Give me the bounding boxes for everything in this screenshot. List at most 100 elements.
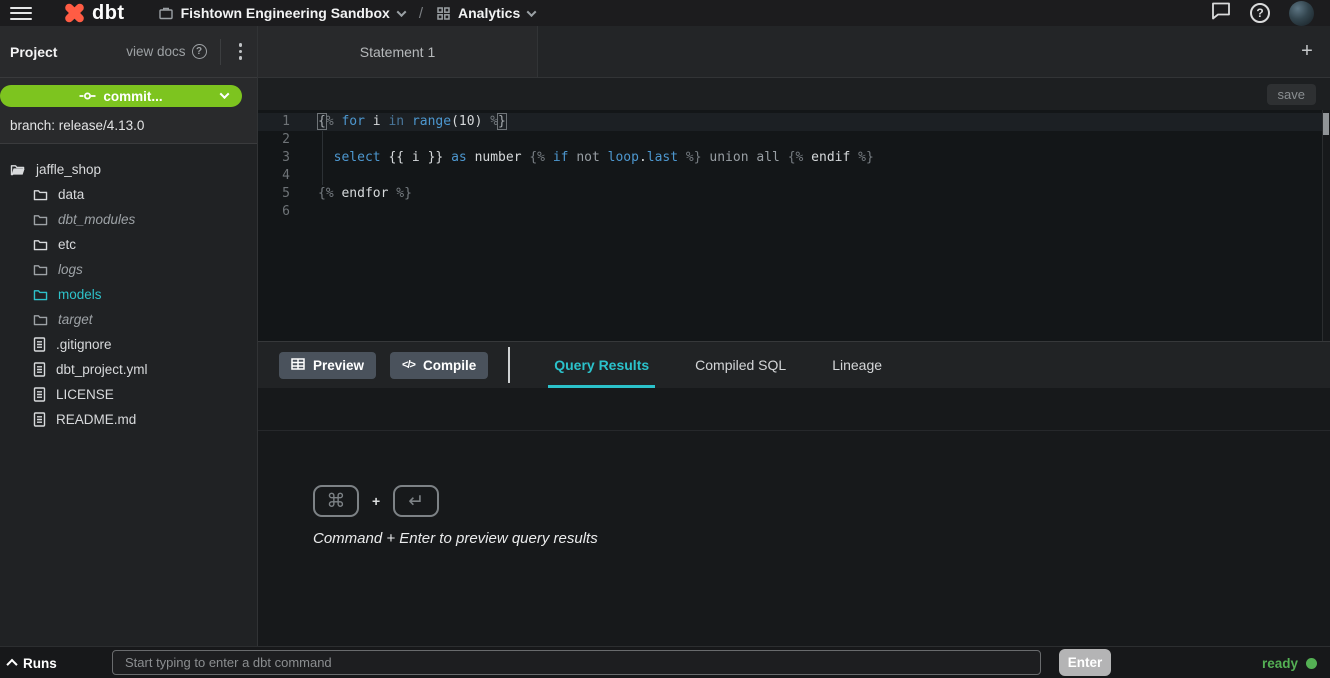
- tree-item-label: README.md: [56, 412, 136, 427]
- commit-button[interactable]: commit...: [0, 85, 242, 107]
- folder-icon: [33, 213, 48, 226]
- line-content: [302, 131, 318, 149]
- line-number: 3: [258, 149, 302, 167]
- new-tab-button[interactable]: +: [1290, 26, 1324, 77]
- project-selector[interactable]: Fishtown Engineering Sandbox: [159, 5, 405, 21]
- code-line-2[interactable]: 2: [258, 131, 1330, 149]
- panel-tab-compiled-sql[interactable]: Compiled SQL: [689, 342, 792, 388]
- tree-item-logs[interactable]: logs: [0, 257, 257, 282]
- kebab-menu-icon[interactable]: [234, 40, 248, 63]
- view-docs-button[interactable]: view docs ?: [126, 44, 206, 59]
- query-results-panel: ⌘ + ↵ Command + Enter to preview query r…: [258, 388, 1330, 646]
- code-line-6[interactable]: 6: [258, 203, 1330, 221]
- chat-icon[interactable]: [1211, 1, 1231, 25]
- sidebar-top-section: Project view docs ? commit... branch: re…: [0, 26, 257, 144]
- tree-item-label: .gitignore: [56, 337, 112, 352]
- file-icon: [33, 337, 46, 352]
- tree-item-gitignore[interactable]: .gitignore: [0, 332, 257, 357]
- tree-item-label: dbt_modules: [58, 212, 135, 227]
- tree-item-label: data: [58, 187, 84, 202]
- folder-icon: [33, 313, 48, 326]
- tree-item-license[interactable]: LICENSE: [0, 382, 257, 407]
- tree-item-readme-md[interactable]: README.md: [0, 407, 257, 432]
- scrollbar-thumb[interactable]: [1323, 113, 1329, 135]
- dbt-command-input[interactable]: [112, 650, 1041, 675]
- tree-item-models[interactable]: models: [0, 282, 257, 307]
- folder-icon: [33, 188, 48, 201]
- git-commit-icon: [79, 91, 96, 101]
- code-line-5[interactable]: 5{% endfor %}: [258, 185, 1330, 203]
- commit-button-label: commit...: [103, 89, 162, 104]
- code-editor[interactable]: 1{% for i in range(10) %}23 select {{ i …: [258, 110, 1330, 341]
- tree-item-label: dbt_project.yml: [56, 362, 148, 377]
- hamburger-icon[interactable]: [10, 7, 32, 20]
- runs-label: Runs: [23, 656, 57, 671]
- editor-scrollbar[interactable]: [1322, 110, 1330, 341]
- tree-item-dbt-modules[interactable]: dbt_modules: [0, 207, 257, 232]
- apps-grid-icon: [437, 7, 450, 20]
- line-content: [302, 167, 318, 185]
- editor-toolbar: save: [258, 78, 1330, 110]
- workspace-selector[interactable]: Analytics: [437, 5, 535, 21]
- panel-tab-lineage[interactable]: Lineage: [826, 342, 888, 388]
- file-icon: [33, 412, 46, 427]
- command-bar: Runs Enter ready: [0, 646, 1330, 678]
- tree-item-target[interactable]: target: [0, 307, 257, 332]
- preview-button-label: Preview: [313, 358, 364, 373]
- runs-toggle[interactable]: Runs: [8, 647, 57, 678]
- top-bar: dbt Fishtown Engineering Sandbox / Analy…: [0, 0, 1330, 26]
- chevron-down-icon[interactable]: [220, 89, 230, 99]
- editor-tab-bar: Statement 1 +: [258, 26, 1330, 78]
- panel-tabs: Query Results Compiled SQL Lineage: [548, 342, 922, 388]
- line-number: 1: [258, 113, 302, 131]
- dbt-logo-text: dbt: [92, 2, 125, 25]
- sidebar: Project view docs ? commit... branch: re…: [0, 26, 258, 646]
- file-icon: [33, 387, 46, 402]
- sidebar-header: Project view docs ?: [0, 26, 257, 78]
- project-selector-label: Fishtown Engineering Sandbox: [181, 5, 390, 21]
- tree-item-label: etc: [58, 237, 76, 252]
- workspace-selector-label: Analytics: [458, 5, 520, 21]
- avatar[interactable]: [1289, 1, 1314, 26]
- dbt-logo-icon: [62, 1, 87, 26]
- divider: [258, 430, 1330, 431]
- line-number: 4: [258, 167, 302, 185]
- breadcrumb-separator: /: [419, 5, 423, 22]
- dbt-logo[interactable]: dbt: [62, 1, 125, 26]
- panel-tab-query-results[interactable]: Query Results: [548, 342, 655, 388]
- tree-item-label: logs: [58, 262, 83, 277]
- tree-item-data[interactable]: data: [0, 182, 257, 207]
- status-label: ready: [1262, 656, 1298, 671]
- status-dot-icon: [1306, 658, 1317, 669]
- tree-item-dbt-project-yml[interactable]: dbt_project.yml: [0, 357, 257, 382]
- help-icon[interactable]: ?: [1250, 3, 1270, 23]
- file-icon: [33, 362, 46, 377]
- compile-button-label: Compile: [423, 358, 476, 373]
- main-area: Statement 1 + save 1{% for i in range(10…: [258, 26, 1330, 646]
- line-content: select {{ i }} as number {% if not loop.…: [302, 149, 874, 167]
- compile-button[interactable]: </> Compile: [390, 352, 488, 379]
- tree-item-label: jaffle_shop: [36, 162, 101, 177]
- preview-button[interactable]: Preview: [279, 352, 376, 379]
- view-docs-label: view docs: [126, 44, 185, 59]
- folder-icon: [33, 238, 48, 251]
- tree-item-label: target: [58, 312, 93, 327]
- tree-item-label: LICENSE: [56, 387, 114, 402]
- shortcut-hint-text: Command + Enter to preview query results: [313, 530, 598, 547]
- code-line-1[interactable]: 1{% for i in range(10) %}: [258, 113, 1330, 131]
- save-button[interactable]: save: [1267, 84, 1316, 105]
- shortcut-keys: ⌘ + ↵: [313, 485, 439, 517]
- code-line-4[interactable]: 4: [258, 167, 1330, 185]
- results-panel-toolbar: Preview </> Compile Query Results Compile…: [258, 341, 1330, 388]
- code-line-3[interactable]: 3 select {{ i }} as number {% if not loo…: [258, 149, 1330, 167]
- tab-statement-1[interactable]: Statement 1: [258, 26, 538, 77]
- line-number: 6: [258, 203, 302, 221]
- line-number: 5: [258, 185, 302, 203]
- tab-label: Statement 1: [360, 44, 436, 60]
- tree-item-etc[interactable]: etc: [0, 232, 257, 257]
- divider: [508, 347, 510, 383]
- tree-item-jaffle-shop[interactable]: jaffle_shop: [0, 157, 257, 182]
- divider: [220, 39, 221, 65]
- enter-key-icon: ↵: [393, 485, 439, 517]
- enter-button[interactable]: Enter: [1059, 649, 1111, 676]
